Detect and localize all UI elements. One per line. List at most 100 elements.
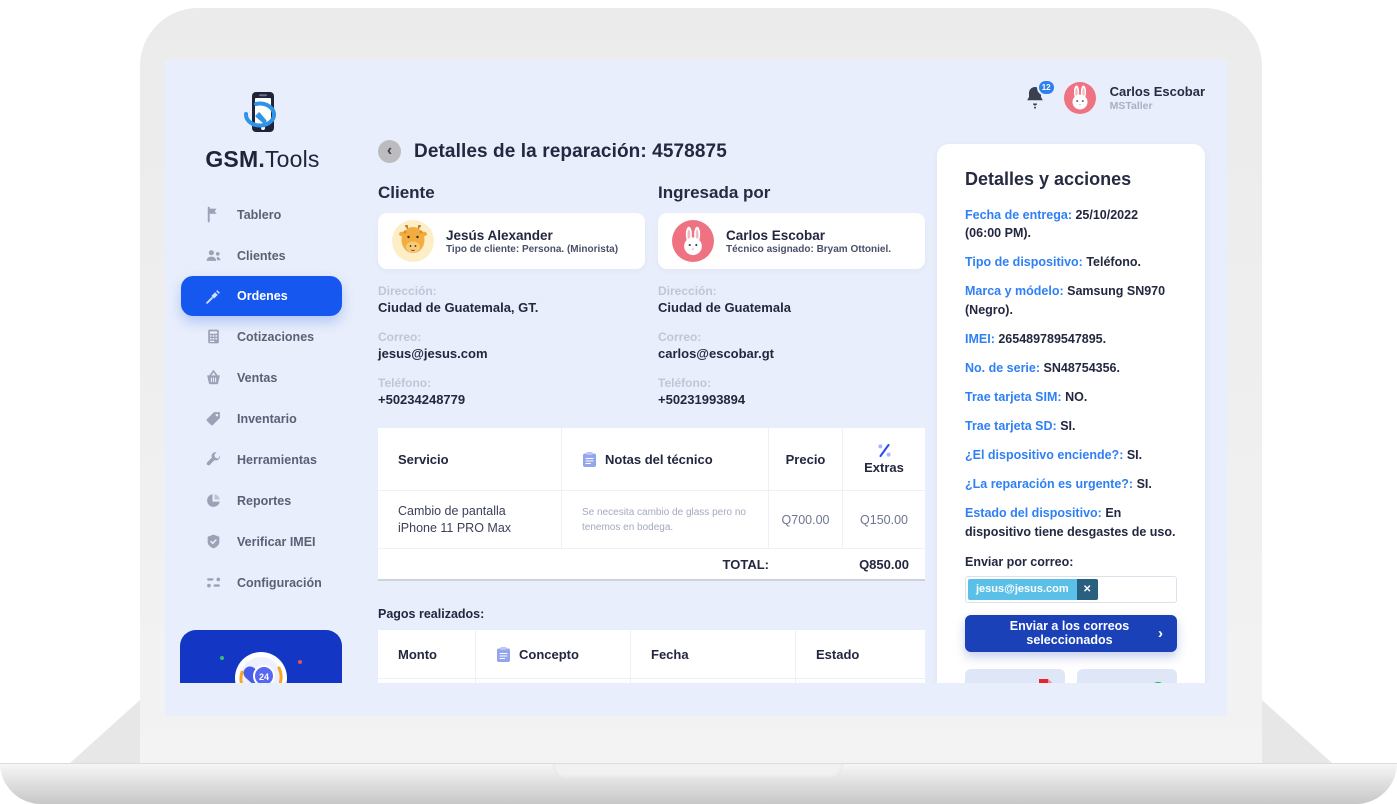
tag-icon — [205, 410, 222, 427]
back-button[interactable]: ‹ — [378, 140, 401, 163]
sidebar-item-cotizaciones[interactable]: Cotizaciones — [181, 316, 342, 357]
col-extras-label: Extras — [864, 460, 904, 475]
sidebar-item-ordenes[interactable]: Ordenes — [181, 276, 342, 316]
decor-dot-green — [220, 656, 224, 660]
rabbit-avatar-icon — [680, 226, 706, 257]
col-estado: Estado — [796, 630, 925, 678]
entered-by-avatar — [672, 220, 714, 262]
sidebar-item-ventas[interactable]: Ventas — [181, 357, 342, 398]
client-section: Cliente Jesús Alexander Tipo de cliente:… — [378, 183, 645, 407]
field-label: Correo: — [378, 328, 645, 346]
field-label: Correo: — [658, 328, 925, 346]
details-actions-panel: Detalles y acciones Fecha de entrega: 25… — [937, 144, 1205, 683]
title-row: ‹ Detalles de la reparación: 4578875 — [378, 140, 925, 163]
app-logo-text: GSM.Tools — [165, 146, 360, 173]
chevron-right-icon: › — [1158, 625, 1163, 642]
field-value: +50234248779 — [378, 392, 645, 407]
send-emails-button[interactable]: Enviar a los correos seleccionados › — [965, 615, 1177, 652]
sidebar-item-label: Reportes — [237, 494, 291, 508]
whatsapp-icon — [1151, 679, 1165, 683]
notifications-button[interactable]: 12 — [1024, 85, 1050, 111]
assigned-technician: Técnico asignado: Bryam Ottoniel. — [726, 244, 891, 255]
service-row[interactable]: Cambio de pantalla iPhone 11 PRO Max Se … — [378, 490, 925, 548]
sidebar-item-clientes[interactable]: Clientes — [181, 235, 342, 276]
detail-enciende: ¿El dispositivo enciende?: SI. — [965, 446, 1177, 464]
service-notes: Se necesita cambio de glass pero no tene… — [562, 491, 769, 548]
detail-tarjeta-sd: Trae tarjeta SD: SI. — [965, 417, 1177, 435]
col-concepto: Concepto — [476, 630, 631, 678]
app-viewport: GSM.Tools Tablero Clientes Ordenes Cot — [165, 60, 1227, 683]
percent-icon — [877, 443, 892, 458]
col-servicio: Servicio — [378, 428, 562, 490]
client-field-telefono: Teléfono: +50234248779 — [378, 374, 645, 407]
pdf-button[interactable]: PDF PDF — [965, 669, 1065, 683]
whatsapp-button-label: WhatsApp — [1089, 682, 1151, 683]
notification-count-badge: 12 — [1037, 79, 1056, 96]
email-recipient-input[interactable]: jesus@jesus.com ✕ — [965, 576, 1177, 603]
laptop-base-notch — [553, 764, 843, 779]
detail-marca-modelo: Marca y módelo: Samsung SN970 (Negro). — [965, 282, 1177, 318]
sidebar-item-inventario[interactable]: Inventario — [181, 398, 342, 439]
detail-urgente: ¿La reparación es urgente?: SI. — [965, 475, 1177, 493]
field-value: Ciudad de Guatemala, GT. — [378, 300, 645, 315]
sidebar-nav: Tablero Clientes Ordenes Cotizaciones Ve… — [181, 194, 342, 603]
col-monto: Monto — [378, 630, 476, 678]
sidebar-item-label: Verificar IMEI — [237, 535, 316, 549]
sidebar-item-tablero[interactable]: Tablero — [181, 194, 342, 235]
detail-no-serie: No. de serie: SN48754356. — [965, 359, 1177, 377]
sidebar-item-verificar-imei[interactable]: Verificar IMEI — [181, 521, 342, 562]
chevron-left-icon: ‹ — [387, 143, 392, 159]
col-precio: Precio — [769, 428, 843, 490]
col-notas: Notas del técnico — [562, 428, 769, 490]
email-chip: jesus@jesus.com — [968, 579, 1077, 600]
entered-by-section: Ingresada por Carlos Escobar Técnico asi… — [658, 183, 925, 407]
decor-dot-red — [298, 660, 302, 664]
field-label: Dirección: — [378, 282, 645, 300]
sidebar-item-herramientas[interactable]: Herramientas — [181, 439, 342, 480]
detail-tipo-dispositivo: Tipo de dispositivo: Teléfono. — [965, 253, 1177, 271]
client-type: Tipo de cliente: Persona. (Minorista) — [446, 244, 618, 255]
support-24h-card[interactable]: 24 — [180, 630, 342, 683]
sidebar-item-configuracion[interactable]: Configuración — [181, 562, 342, 603]
field-value: carlos@escobar.gt — [658, 346, 925, 361]
payments-table: Monto Concepto Fecha Estado Q100.00 Anti… — [378, 630, 925, 683]
remove-email-chip-button[interactable]: ✕ — [1077, 579, 1098, 600]
entered-by-field-direccion: Dirección: Ciudad de Guatemala — [658, 282, 925, 315]
client-field-correo: Correo: jesus@jesus.com — [378, 328, 645, 361]
users-icon — [205, 247, 222, 264]
entered-by-card[interactable]: Carlos Escobar Técnico asignado: Bryam O… — [658, 213, 925, 269]
laptop-mockup: GSM.Tools Tablero Clientes Ordenes Cot — [0, 0, 1397, 804]
sidebar-item-label: Cotizaciones — [237, 330, 314, 344]
sliders-icon — [205, 574, 222, 591]
email-label: Enviar por correo: — [965, 555, 1177, 569]
payments-table-header: Monto Concepto Fecha Estado — [378, 630, 925, 678]
client-card[interactable]: Jesús Alexander Tipo de cliente: Persona… — [378, 213, 645, 269]
sidebar-item-reportes[interactable]: Reportes — [181, 480, 342, 521]
col-extras: Extras — [843, 428, 925, 490]
main-content: ‹ Detalles de la reparación: 4578875 Cli… — [378, 140, 925, 683]
detail-estado-dispositivo: Estado del dispositivo: En dispositivo t… — [965, 504, 1177, 540]
entered-by-heading: Ingresada por — [658, 183, 925, 203]
services-total-row: TOTAL: Q850.00 — [378, 548, 925, 579]
sidebar-item-label: Inventario — [237, 412, 297, 426]
payment-row[interactable]: Q100.00 Anticipo 24 de octubre de 2022 C… — [378, 678, 925, 683]
basket-icon — [205, 369, 222, 386]
laptop-flare-left — [70, 700, 140, 763]
user-avatar[interactable] — [1064, 82, 1096, 114]
pie-chart-icon — [205, 492, 222, 509]
close-icon: ✕ — [1083, 584, 1091, 595]
calculator-icon — [205, 328, 222, 345]
field-label: Dirección: — [658, 282, 925, 300]
giraffe-avatar-icon — [398, 225, 428, 257]
clipboard-icon — [582, 451, 597, 468]
entered-by-name: Carlos Escobar — [726, 227, 891, 245]
laptop-flare-right — [1262, 700, 1332, 763]
whatsapp-button[interactable]: WhatsApp — [1077, 669, 1177, 683]
payment-status-badge: Completado — [796, 679, 925, 683]
sidebar-item-label: Ordenes — [237, 289, 288, 303]
detail-tarjeta-sim: Trae tarjeta SIM: NO. — [965, 388, 1177, 406]
entered-by-card-text: Carlos Escobar Técnico asignado: Bryam O… — [726, 227, 891, 256]
support-24h-icon: 24 — [233, 650, 289, 683]
user-info: Carlos Escobar MSTaller — [1110, 84, 1205, 112]
panel-title: Detalles y acciones — [965, 169, 1177, 190]
